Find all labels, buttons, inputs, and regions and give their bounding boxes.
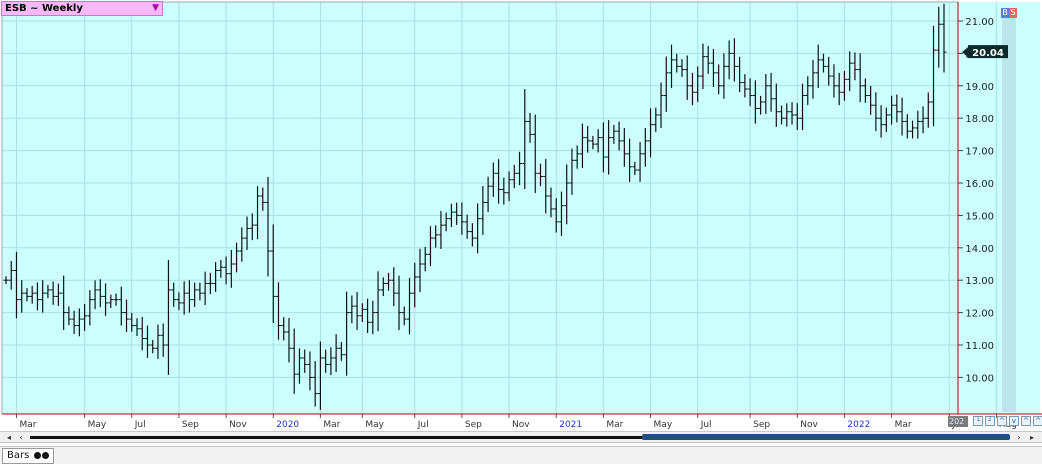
symbol-label: ESB ~ Weekly	[5, 3, 83, 14]
x-tick-label: Sep	[182, 420, 199, 430]
y-tick-label: 17.00	[965, 147, 994, 158]
x-tick-label: 2020	[276, 420, 299, 430]
scroll-end-icon[interactable]: ▸	[1027, 433, 1037, 442]
x-tick-label: Mar	[323, 420, 340, 430]
scroll-up-icon[interactable]: ^	[997, 416, 1007, 426]
x-tick-label: Jul	[700, 420, 712, 430]
plot-background	[2, 2, 958, 414]
ohlc-chart: 10.00 11.00 12.00 13.00 14.00 15.00 16.00 17.00…	[1, 1, 1042, 430]
x-tick-label: May	[88, 420, 107, 430]
y-tick-label: 14.00	[965, 244, 994, 255]
y-tick-label: 10.00	[965, 373, 994, 384]
scroll-right-icon[interactable]: ›	[1014, 433, 1024, 442]
scroll-down-icon[interactable]: v	[1009, 416, 1019, 426]
x-tick-label: Mar	[19, 420, 36, 430]
scroll-left-icon[interactable]: ‹	[16, 433, 26, 442]
horizontal-scrollbar[interactable]: ◂ ‹ › ▸	[0, 431, 1042, 443]
dot-icon	[33, 452, 41, 459]
year-indicator: 202	[948, 416, 968, 427]
dot-icon	[41, 452, 49, 459]
scale-b-icon[interactable]: B	[1001, 8, 1009, 18]
bars-tab[interactable]: Bars	[2, 448, 54, 464]
y-tick-label: 11.00	[965, 341, 994, 352]
scale-s-icon[interactable]: S	[1009, 8, 1017, 18]
fit-icon[interactable]: ^	[1021, 416, 1031, 426]
x-tick-label: Nov	[800, 420, 818, 430]
y-tick-label: 12.00	[965, 309, 994, 320]
y-tick-label: 16.00	[965, 179, 994, 190]
symbol-selector[interactable]: ESB ~ Weekly ▼	[1, 1, 163, 16]
x-tick-label: Mar	[895, 420, 912, 430]
price-scale-strip	[1002, 10, 1016, 412]
scroll-thumb[interactable]	[642, 434, 1010, 440]
y-tick-label: 18.00	[965, 114, 994, 125]
last-price-label: 20.04	[972, 48, 1004, 59]
x-tick-label: May	[654, 420, 673, 430]
x-tick-label: May	[365, 420, 384, 430]
y-tick-label: 15.00	[965, 211, 994, 222]
chevron-down-icon[interactable]: ▼	[152, 2, 159, 15]
x-tick-label: Sep	[753, 420, 770, 430]
price-axis-background	[958, 2, 1040, 414]
status-bar: Bars	[0, 446, 1042, 464]
reset-icon[interactable]: ^	[1033, 416, 1042, 426]
zoom-in-icon[interactable]: ┘	[985, 416, 995, 426]
y-tick-label: 21.00	[965, 17, 994, 28]
scroll-start-icon[interactable]: ◂	[4, 433, 14, 442]
x-tick-label: Nov	[229, 420, 247, 430]
zoom-out-icon[interactable]: └	[973, 416, 983, 426]
x-tick-label: Jul	[417, 420, 429, 430]
y-tick-label: 19.00	[965, 82, 994, 93]
x-tick-label: Jul	[134, 420, 146, 430]
x-tick-label: Mar	[606, 420, 623, 430]
x-tick-label: 2021	[559, 420, 582, 430]
x-tick-label: Sep	[465, 420, 482, 430]
x-tick-label: Nov	[512, 420, 530, 430]
y-tick-label: 13.00	[965, 276, 994, 287]
x-tick-label: 2022	[847, 420, 870, 430]
bars-tab-label: Bars	[7, 450, 30, 461]
chart-window: 10.00 11.00 12.00 13.00 14.00 15.00 16.00 17.00…	[0, 0, 1042, 464]
plot-area[interactable]: 10.00 11.00 12.00 13.00 14.00 15.00 16.00 17.00…	[0, 0, 1042, 464]
